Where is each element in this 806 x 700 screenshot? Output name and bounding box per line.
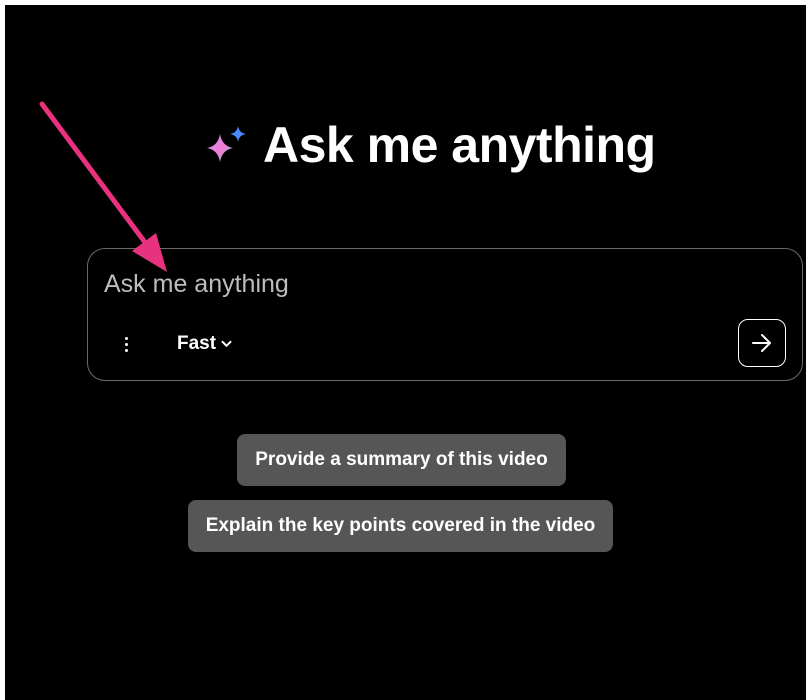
sparkle-icon [207, 126, 246, 162]
chevron-down-icon [221, 340, 232, 347]
arrow-right-icon [752, 334, 771, 352]
mode-select-label: Fast [177, 333, 217, 354]
more-vertical-icon-dot [124, 342, 128, 346]
more-vertical-icon-dot [124, 348, 128, 352]
suggestion-list: Provide a summary of this video Explain … [5, 434, 806, 552]
mode-select[interactable]: Fast [177, 331, 232, 357]
page-title: Ask me anything [263, 117, 656, 173]
prompt-input[interactable] [104, 267, 664, 301]
chat-screen: Ask me anything Fast Provide a summary o… [5, 5, 806, 700]
more-vertical-icon-dot [124, 336, 128, 340]
prompt-box: Fast [87, 248, 803, 381]
suggestion-chip-key-points[interactable]: Explain the key points covered in the vi… [187, 500, 614, 552]
suggestion-chip-summary[interactable]: Provide a summary of this video [237, 434, 566, 486]
send-button[interactable] [738, 319, 786, 367]
hero-heading: Ask me anything [205, 110, 656, 180]
more-options-button[interactable] [118, 333, 134, 355]
